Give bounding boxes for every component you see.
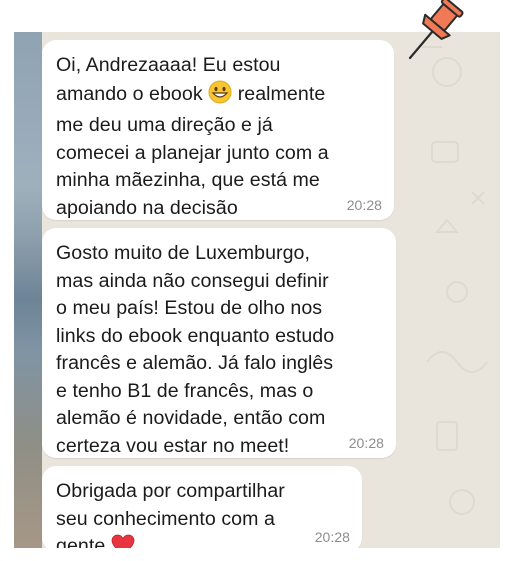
message-bubble-2[interactable]: Gosto muito de Luxemburgo, mas ainda não… (42, 228, 396, 458)
message-bubble-3[interactable]: Obrigada por compartilhar seu conhecimen… (42, 466, 362, 548)
message-bubble-1[interactable]: Oi, Andrezaaaa! Eu estou amando o ebook … (42, 40, 394, 220)
message-time-1: 20:28 (346, 197, 382, 213)
push-pin-icon (408, 0, 464, 60)
message-time-2: 20:28 (348, 435, 384, 451)
screenshot-frame: Oi, Andrezaaaa! Eu estou amando o ebook … (0, 0, 509, 561)
red-heart-emoji (111, 534, 135, 548)
message-text-1: Oi, Andrezaaaa! Eu estou amando o ebook … (56, 54, 329, 219)
message-time-3: 20:28 (314, 529, 350, 545)
grinning-face-emoji (208, 80, 232, 113)
chat-screenshot: Oi, Andrezaaaa! Eu estou amando o ebook … (14, 32, 500, 548)
message-text-2: Gosto muito de Luxemburgo, mas ainda não… (56, 242, 335, 457)
message-text-3: Obrigada por compartilhar seu conhecimen… (56, 478, 304, 548)
